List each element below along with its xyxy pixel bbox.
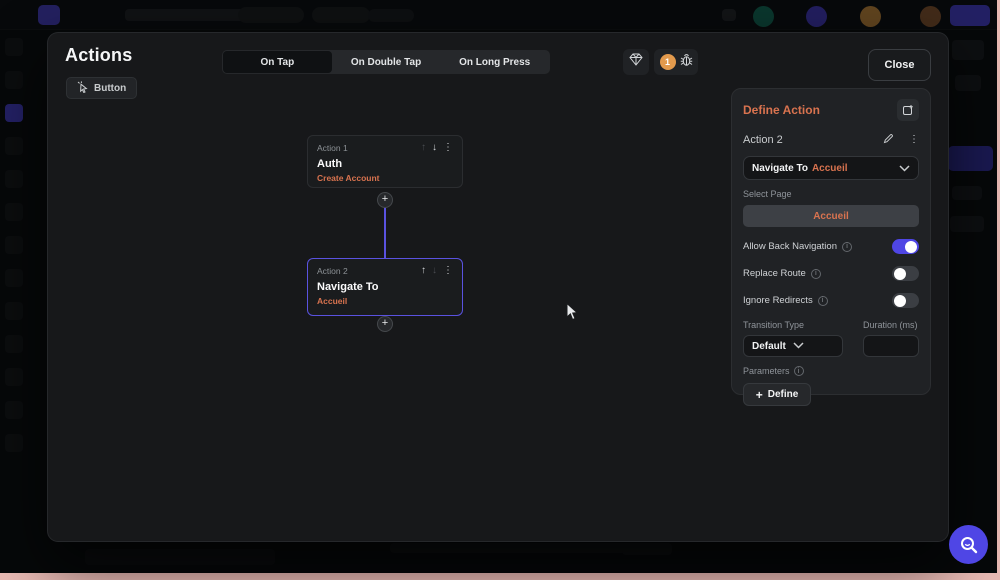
info-icon: i	[810, 268, 821, 279]
toggle-row-ignore-redirects: Ignore Redirects i	[743, 293, 919, 308]
allow-back-navigation-label: Allow Back Navigation	[743, 241, 837, 252]
close-button[interactable]: Close	[868, 49, 931, 81]
flow-connector	[384, 205, 386, 260]
duration-label: Duration (ms)	[863, 320, 918, 330]
plus-icon: +	[755, 387, 763, 402]
replace-route-toggle[interactable]	[892, 266, 919, 281]
ignore-redirects-label: Ignore Redirects	[743, 295, 813, 306]
transition-type-value: Default	[752, 340, 786, 352]
info-icon: i	[793, 366, 804, 376]
allow-back-navigation-toggle[interactable]	[892, 239, 919, 254]
gem-icon	[629, 53, 643, 71]
tab-on-tap[interactable]: On Tap	[223, 51, 332, 73]
parameters-label: Parameters i	[743, 366, 919, 376]
add-action-button-2[interactable]: +	[377, 316, 393, 332]
info-icon: i	[842, 241, 852, 252]
panel-action-name: Action 2	[743, 134, 783, 146]
search-fab[interactable]	[949, 525, 988, 564]
move-down-icon[interactable]: ↓	[432, 143, 437, 153]
modal-title: Actions	[65, 45, 133, 65]
copy-plus-icon	[903, 105, 913, 115]
bug-icon	[680, 53, 693, 72]
panel-menu-icon[interactable]: ⋮	[909, 135, 919, 145]
pointer-click-icon	[77, 80, 88, 96]
widget-chip-label: Button	[94, 82, 127, 94]
chevron-down-icon	[793, 341, 834, 352]
tab-on-long-press[interactable]: On Long Press	[440, 51, 549, 73]
node-menu-icon[interactable]: ⋮	[443, 143, 453, 153]
tab-on-double-tap[interactable]: On Double Tap	[332, 51, 441, 73]
action-node-1[interactable]: Action 1 ↑ ↓ ⋮ Auth Create Account	[307, 135, 463, 188]
info-icon: i	[817, 295, 828, 306]
add-action-button-1[interactable]: +	[377, 192, 393, 208]
trigger-tabs: On Tap On Double Tap On Long Press	[222, 50, 550, 74]
action-node-1-subtitle: Create Account	[317, 173, 380, 183]
mouse-cursor	[566, 302, 580, 326]
action-type-dropdown[interactable]: Navigate To Accueil	[743, 156, 919, 180]
widget-chip-button[interactable]: Button	[66, 77, 138, 99]
copy-action-button[interactable]	[897, 99, 919, 121]
search-icon	[960, 536, 977, 553]
warning-count-badge: 1	[659, 54, 676, 70]
action-node-1-label: Action 1	[317, 143, 348, 153]
duration-input[interactable]	[863, 335, 919, 357]
action-node-1-type: Auth	[317, 158, 343, 170]
debug-warnings-button[interactable]: 1	[654, 49, 698, 75]
action-flow-gem-button[interactable]	[623, 49, 649, 75]
node-menu-icon[interactable]: ⋮	[443, 266, 453, 276]
action-node-2[interactable]: Action 2 ↑ ↓ ⋮ Navigate To Accueil	[307, 258, 463, 316]
move-down-icon[interactable]: ↓	[432, 266, 437, 276]
action-node-2-label: Action 2	[317, 266, 348, 276]
selected-page-button[interactable]: Accueil	[743, 205, 919, 227]
ignore-redirects-toggle[interactable]	[892, 293, 919, 308]
define-parameters-button[interactable]: + Define	[743, 383, 811, 406]
toggle-row-allow-back: Allow Back Navigation i	[743, 239, 919, 254]
replace-route-label: Replace Route	[743, 268, 806, 279]
define-action-panel: Define Action Action 2 ⋮ Navigate To Acc…	[731, 88, 931, 406]
edit-pencil-icon[interactable]	[883, 131, 894, 149]
toggle-row-replace-route: Replace Route i	[743, 266, 919, 281]
transition-type-label: Transition Type	[743, 320, 805, 330]
action-type-value: Navigate To	[752, 162, 808, 174]
action-node-2-type: Navigate To	[317, 281, 379, 293]
action-target-value: Accueil	[811, 162, 848, 174]
chevron-down-icon	[899, 159, 910, 177]
select-page-label: Select Page	[743, 189, 792, 199]
actions-modal: Actions Button On Tap On Double Tap On L…	[48, 33, 948, 541]
panel-title: Define Action	[743, 103, 820, 117]
action-node-2-subtitle: Accueil	[317, 296, 348, 306]
move-up-icon[interactable]: ↑	[421, 143, 426, 153]
move-up-icon[interactable]: ↑	[421, 266, 426, 276]
transition-type-dropdown[interactable]: Default	[743, 335, 843, 357]
